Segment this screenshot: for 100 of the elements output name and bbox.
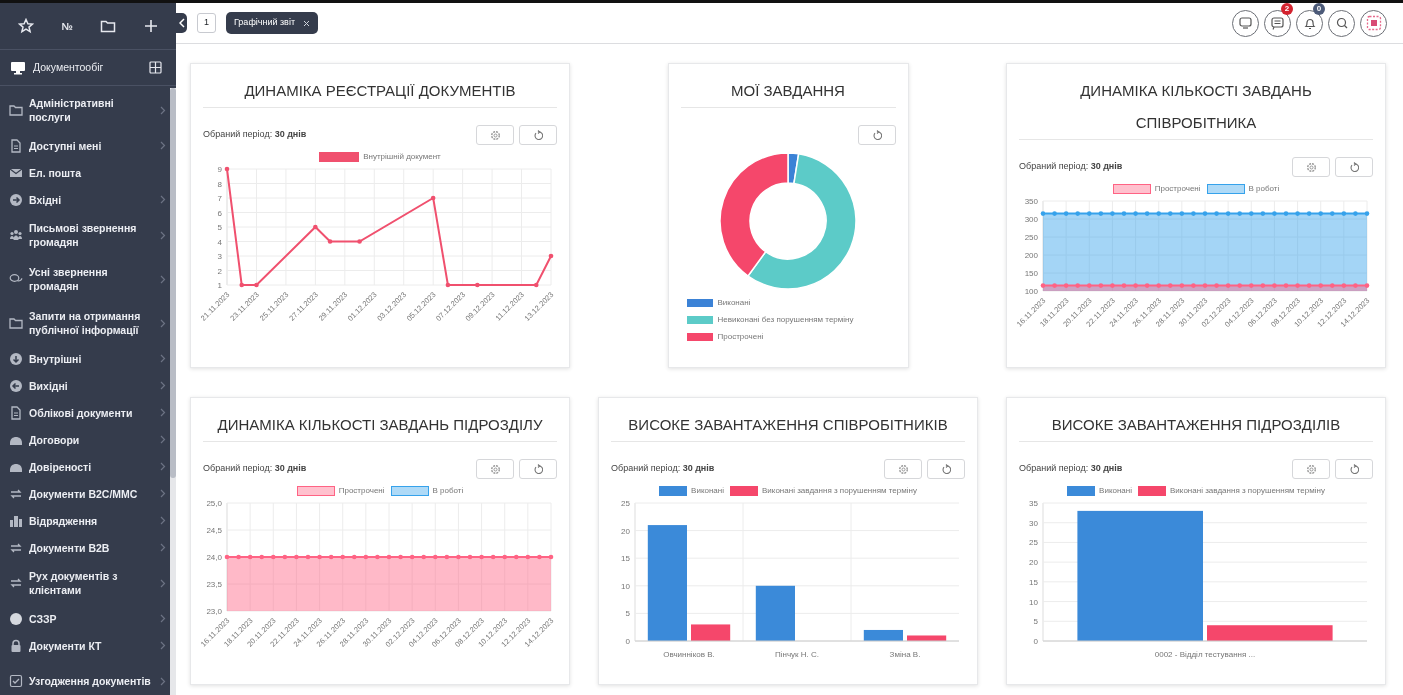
sidebar-item[interactable]: Внутрішні [0, 345, 170, 372]
arrow-circle-icon [9, 192, 23, 207]
data-point [1353, 283, 1358, 288]
search-button[interactable] [1328, 9, 1355, 37]
sidebar-item[interactable]: Документи B2B [0, 534, 170, 561]
data-point [357, 239, 362, 244]
sidebar-item[interactable]: Договори [0, 426, 170, 453]
settings-button[interactable] [476, 125, 514, 145]
folder-icon [9, 103, 23, 117]
widget-title: ВИСОКЕ ЗАВАНТАЖЕННЯ ПІДРОЗДІЛІВ [1019, 398, 1373, 442]
data-point [430, 195, 436, 201]
gear-icon [489, 463, 501, 475]
sidebar-item[interactable]: Адміністративні послуги [0, 88, 170, 132]
refresh-button[interactable] [1335, 459, 1373, 479]
axis-label: 150 [1024, 269, 1038, 278]
settings-button[interactable] [1292, 157, 1330, 177]
data-point [224, 166, 230, 172]
legend-label: В роботі [432, 485, 464, 497]
data-point [236, 554, 241, 560]
sidebar-item[interactable]: Запити на отримання публічної інформації [0, 301, 170, 345]
document-icon [9, 405, 23, 420]
data-point [1364, 211, 1370, 216]
arrow-circle-icon [9, 378, 23, 393]
settings-button[interactable] [476, 459, 514, 479]
sidebar-item[interactable]: Усні звернення громадян [0, 257, 170, 301]
scrollbar[interactable] [170, 88, 176, 695]
sidebar-item[interactable]: Вхідні [0, 186, 170, 213]
data-point [1295, 283, 1300, 288]
widget-title: МОЇ ЗАВДАННЯ [680, 64, 896, 108]
sidebar-item[interactable]: Узгодження документів [0, 659, 170, 695]
sidebar-item[interactable]: Документи B2C/MMC [0, 480, 170, 507]
refresh-button[interactable] [857, 125, 896, 145]
legend-swatch [319, 152, 360, 162]
sidebar-item[interactable]: СЗЗР [0, 605, 170, 632]
sidebar-item[interactable]: Довіреності [0, 453, 170, 480]
data-point [327, 239, 333, 244]
data-point [1353, 211, 1358, 216]
sidebar-item[interactable]: Письмові звернення громадян [0, 213, 170, 257]
data-point [467, 554, 473, 560]
sidebar-item[interactable]: Облікові документи [0, 399, 170, 426]
bar [863, 629, 903, 641]
data-point [1272, 283, 1277, 288]
settings-button[interactable] [1292, 459, 1330, 479]
tab[interactable]: Графічний звіт [226, 12, 319, 34]
data-point [1260, 211, 1266, 216]
sidebar-item[interactable]: Вихідні [0, 372, 170, 399]
data-point [1237, 283, 1242, 288]
data-point [456, 554, 461, 560]
data-point [1318, 211, 1323, 216]
settings-button[interactable] [884, 459, 922, 479]
data-point [1110, 283, 1115, 288]
refresh-button[interactable] [1335, 157, 1373, 177]
folder-icon [100, 19, 117, 33]
sidebar-item[interactable]: Відрядження [0, 507, 170, 534]
sidebar-item[interactable]: Рух документів з клієнтами [0, 561, 170, 605]
data-point [533, 282, 539, 288]
refresh-button[interactable] [519, 459, 557, 479]
refresh-button[interactable] [927, 459, 965, 479]
bar [755, 585, 795, 641]
messages-button[interactable] [1264, 9, 1291, 37]
refresh-button[interactable] [519, 125, 557, 145]
axis-label: 25,0 [206, 499, 222, 508]
period-text: Обраний період: 30 днів [1019, 160, 1123, 174]
data-point [1341, 283, 1347, 288]
data-point [363, 554, 369, 560]
axis-label: 23,5 [206, 580, 222, 589]
people-icon [9, 228, 23, 242]
sidebar-item[interactable]: Ел. пошта [0, 159, 170, 186]
refresh-icon [533, 129, 543, 141]
data-point [1272, 211, 1277, 216]
screen-button[interactable] [1232, 9, 1259, 37]
axis-label: 250 [1024, 233, 1038, 242]
axis-label: Овчинніков В. [663, 650, 715, 659]
axis-label: 5 [217, 223, 222, 232]
axis-label: 24,0 [206, 553, 222, 562]
data-point [1179, 283, 1185, 288]
sidebar-item[interactable]: Документи КТ [0, 632, 170, 659]
gear-icon [1305, 161, 1317, 173]
swap-icon [9, 576, 23, 590]
profile-button[interactable] [1360, 9, 1387, 37]
data-point [444, 554, 450, 560]
number-button[interactable]: № [57, 16, 77, 36]
axis-label: 350 [1024, 197, 1038, 206]
data-point [1087, 283, 1092, 288]
legend-label: Прострочені [1154, 183, 1201, 195]
data-point [1225, 211, 1231, 216]
collapse-button[interactable] [176, 13, 187, 33]
axis-label: 35 [1029, 499, 1038, 508]
data-point [1202, 283, 1208, 288]
gear-icon [897, 463, 909, 475]
notifications-button[interactable] [1296, 9, 1323, 37]
axis-label: 1 [217, 281, 222, 290]
sidebar-item[interactable]: Доступні мені [0, 132, 170, 159]
data-point [1341, 211, 1347, 216]
chevron-icon [178, 18, 185, 28]
monitor-icon [1239, 17, 1252, 29]
data-point [259, 554, 264, 560]
data-point [386, 554, 392, 560]
data-point [375, 554, 380, 560]
legend-label: Невиконані без порушенням терміну [717, 314, 854, 326]
